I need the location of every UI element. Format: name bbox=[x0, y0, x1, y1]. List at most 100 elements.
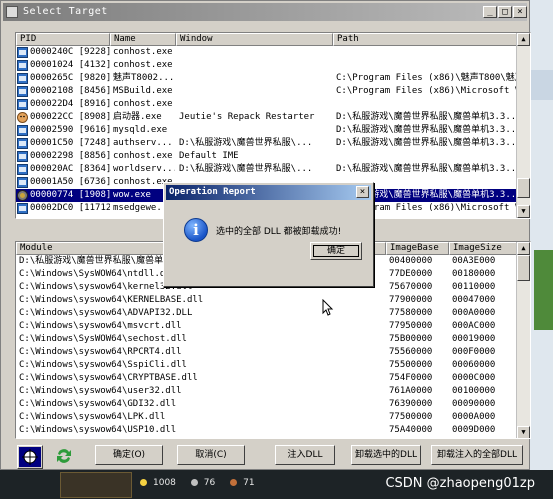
process-row[interactable]: 00002590 [9616] mysqld.exe D:\私服游戏\魔兽世界私服\… bbox=[16, 124, 530, 137]
module-imagesize: 000AC000 bbox=[452, 321, 496, 331]
target-crosshair-button[interactable] bbox=[17, 445, 43, 469]
process-path: D:\私服游戏\魔兽世界私服\魔兽单机3.3... bbox=[336, 125, 516, 135]
mouse-cursor-icon bbox=[322, 299, 334, 316]
module-path: C:\Windows\syswow64\LPK.dll bbox=[19, 412, 166, 422]
info-icon: i bbox=[184, 218, 208, 242]
module-path: C:\Windows\syswow64\msvcrt.dll bbox=[19, 321, 182, 331]
process-row[interactable]: 00002298 [8856] conhost.exe Default IME bbox=[16, 150, 530, 163]
cancel-button[interactable]: 取消(C) bbox=[177, 445, 245, 465]
module-imagebase: 77DE0000 bbox=[389, 269, 433, 279]
scroll-up-icon[interactable]: ▲ bbox=[517, 33, 530, 46]
gold-coin-icon bbox=[140, 479, 147, 486]
process-pid: 00001A50 [6736] bbox=[30, 177, 110, 187]
refresh-button[interactable] bbox=[53, 445, 79, 469]
module-imagesize: 00047000 bbox=[452, 295, 496, 305]
scroll-up-icon[interactable]: ▲ bbox=[517, 242, 530, 255]
module-list-scrollbar[interactable]: ▲ ▼ bbox=[516, 242, 530, 438]
process-row[interactable]: 000022CC [8908] 启动器.exe Jeutie's Repack Re… bbox=[16, 111, 530, 124]
module-path: C:\Windows\syswow64\RPCRT4.dll bbox=[19, 347, 182, 357]
app-icon bbox=[17, 164, 28, 175]
inject-dll-button[interactable]: 注入DLL bbox=[275, 445, 335, 465]
column-header-path[interactable]: Path bbox=[333, 33, 518, 46]
process-pid: 000022D4 [8916] bbox=[30, 99, 110, 109]
silver-coin-icon bbox=[190, 479, 198, 486]
dialog-ok-button[interactable]: 确定 bbox=[310, 242, 362, 260]
background-panel bbox=[534, 250, 553, 330]
column-header-pid[interactable]: PID bbox=[16, 33, 110, 46]
unload-all-dll-button[interactable]: 卸载注入的全部DLL bbox=[431, 445, 523, 465]
module-row[interactable]: C:\Windows\syswow64\GDI32.dll 76390000 000… bbox=[16, 398, 530, 411]
minimize-button[interactable]: _ bbox=[483, 6, 497, 18]
module-imagesize: 000A0000 bbox=[452, 308, 496, 318]
stat-value: 71 bbox=[243, 478, 255, 488]
module-row[interactable]: C:\Windows\syswow64\USP10.dll 75A40000 000… bbox=[16, 424, 530, 437]
process-name: conhost.exe bbox=[113, 60, 173, 70]
watermark-credit: CSDN @zhaopeng01zp bbox=[385, 476, 535, 491]
app-icon bbox=[17, 177, 28, 188]
module-imagesize: 00110000 bbox=[452, 282, 496, 292]
scroll-down-icon[interactable]: ▼ bbox=[517, 205, 530, 218]
process-pid: 0000265C [9820] bbox=[30, 73, 110, 83]
process-name: conhost.exe bbox=[113, 99, 173, 109]
maximize-button[interactable]: □ bbox=[498, 6, 512, 18]
dialog-titlebar[interactable]: Operation Report × bbox=[166, 185, 371, 200]
window-titlebar[interactable]: Select Target _ □ × bbox=[3, 3, 527, 21]
app-icon bbox=[17, 86, 28, 97]
process-row[interactable]: 0000240C [9228] conhost.exe bbox=[16, 46, 530, 59]
app-icon bbox=[17, 60, 28, 71]
module-row[interactable]: C:\Windows\SysWOW64\sechost.dll 75B00000 0… bbox=[16, 333, 530, 346]
app-icon bbox=[17, 73, 28, 84]
process-row[interactable]: 00002108 [8456] MSBuild.exe C:\Program Fil… bbox=[16, 85, 530, 98]
ok-button[interactable]: 确定(O) bbox=[95, 445, 163, 465]
game-stats: 1008 76 71 bbox=[140, 478, 267, 488]
game-taskbar: 1008 76 71 CSDN @zhaopeng01zp bbox=[0, 470, 553, 499]
process-name: MSBuild.exe bbox=[113, 86, 173, 96]
scroll-thumb[interactable] bbox=[517, 255, 530, 281]
module-row[interactable]: C:\Windows\syswow64\RPCRT4.dll 75560000 00… bbox=[16, 346, 530, 359]
dialog-close-button[interactable]: × bbox=[356, 186, 369, 198]
module-imagebase: 00400000 bbox=[389, 256, 433, 266]
process-row[interactable]: 000020AC [8364] worldserv... D:\私服游戏\魔兽世界私… bbox=[16, 163, 530, 176]
column-header-imagesize[interactable]: ImageSize bbox=[449, 242, 518, 255]
module-row[interactable]: C:\Windows\syswow64\user32.dll 761A0000 00… bbox=[16, 385, 530, 398]
app-icon bbox=[17, 125, 28, 136]
module-row[interactable]: C:\Windows\syswow64\ADVAPI32.DLL 77580000… bbox=[16, 307, 530, 320]
column-header-window[interactable]: Window bbox=[176, 33, 333, 46]
process-pid: 00002108 [8456] bbox=[30, 86, 110, 96]
module-imagesize: 00A3E000 bbox=[452, 256, 496, 266]
process-row[interactable]: 0000265C [9820] 魅声T8002... C:\Program File… bbox=[16, 72, 530, 85]
module-row[interactable]: C:\Windows\syswow64\SspiCli.dll 75500000 0… bbox=[16, 359, 530, 372]
module-imagesize: 00100000 bbox=[452, 386, 496, 396]
module-row[interactable]: C:\Windows\syswow64\KERNELBASE.dll 779000… bbox=[16, 294, 530, 307]
background-desktop bbox=[530, 0, 553, 499]
process-pid: 0000240C [9228] bbox=[30, 47, 110, 57]
app-icon bbox=[17, 47, 28, 58]
close-button[interactable]: × bbox=[513, 6, 527, 18]
process-row[interactable]: 00001024 [4132] conhost.exe bbox=[16, 59, 530, 72]
process-row[interactable]: 00001C50 [7248] authserv... D:\私服游戏\魔兽世界私服… bbox=[16, 137, 530, 150]
column-header-imagebase[interactable]: ImageBase bbox=[386, 242, 449, 255]
process-row[interactable]: 000022D4 [8916] conhost.exe bbox=[16, 98, 530, 111]
face-icon bbox=[17, 112, 28, 123]
module-row[interactable]: C:\Windows\syswow64\msvcrt.dll 77950000 00… bbox=[16, 320, 530, 333]
module-row[interactable]: C:\Windows\syswow64\LPK.dll 77500000 0000A… bbox=[16, 411, 530, 424]
module-imagesize: 0000A000 bbox=[452, 412, 496, 422]
scroll-thumb[interactable] bbox=[517, 178, 530, 198]
unload-selected-dll-button[interactable]: 卸载选中的DLL bbox=[351, 445, 421, 465]
process-name: worldserv... bbox=[113, 164, 175, 174]
module-row[interactable]: C:\Windows\syswow64\CRYPTBASE.dll 754F000… bbox=[16, 372, 530, 385]
module-imagesize: 00090000 bbox=[452, 399, 496, 409]
process-list-scrollbar[interactable]: ▲ ▼ bbox=[516, 33, 530, 218]
module-path: C:\Windows\syswow64\SspiCli.dll bbox=[19, 360, 187, 370]
module-imagesize: 00019000 bbox=[452, 334, 496, 344]
module-path: C:\Windows\SysWOW64\sechost.dll bbox=[19, 334, 187, 344]
column-header-name[interactable]: Name bbox=[110, 33, 176, 46]
module-path: C:\Windows\syswow64\GDI32.dll bbox=[19, 399, 177, 409]
module-imagebase: 77900000 bbox=[389, 295, 433, 305]
module-imagebase: 754F0000 bbox=[389, 373, 433, 383]
process-pid: 00002590 [9616] bbox=[30, 125, 110, 135]
module-imagebase: 76390000 bbox=[389, 399, 433, 409]
process-window: Default IME bbox=[179, 151, 239, 161]
app-icon bbox=[17, 151, 28, 162]
scroll-down-icon[interactable]: ▼ bbox=[517, 426, 530, 438]
